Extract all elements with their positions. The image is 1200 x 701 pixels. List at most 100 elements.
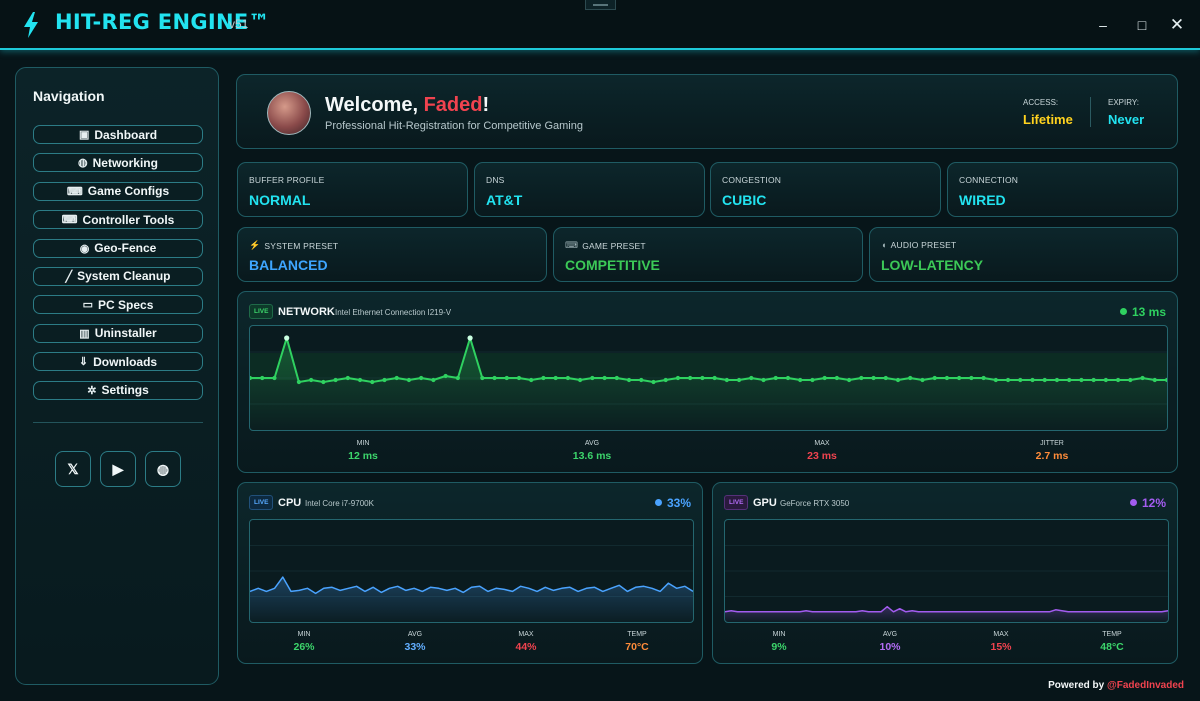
cpu-panel: LIVE CPU Intel Core i7-9700K 33% MIN 26% … xyxy=(237,482,703,664)
data-point xyxy=(712,375,717,381)
graph-title: CPU xyxy=(278,497,302,509)
close-button[interactable]: ✕ xyxy=(1166,14,1188,36)
graph-title: GPU xyxy=(753,497,777,509)
gstat-label: MAX xyxy=(814,440,830,447)
series-line xyxy=(725,605,1168,613)
gstat-value: 70°C xyxy=(625,641,649,653)
data-point xyxy=(761,377,766,383)
gstat-value: 33% xyxy=(404,641,426,653)
live-badge: LIVE xyxy=(249,495,274,510)
data-point xyxy=(871,375,876,381)
graph-reading: 13 ms xyxy=(1119,305,1166,319)
x-icon: 𝕏 xyxy=(67,460,79,477)
footer-handle-link[interactable]: @FadedInvaded xyxy=(1107,680,1184,691)
network-panel: LIVE NETWORK Intel Ethernet Connection I… xyxy=(237,291,1178,473)
data-point xyxy=(492,375,497,381)
welcome-panel: Welcome, Faded! Professional Hit-Registr… xyxy=(236,74,1178,149)
welcome-heading: Welcome, Faded! xyxy=(325,94,489,117)
graph-stat-max: MAX 23 ms xyxy=(762,440,882,462)
data-point xyxy=(260,375,265,381)
welcome-subtitle: Professional Hit-Registration for Compet… xyxy=(325,120,583,132)
access-label: ACCESS: xyxy=(1023,98,1059,107)
cpu-line-chart xyxy=(250,545,693,622)
trash-icon: ▥ xyxy=(79,327,90,340)
nav-item-game-configs[interactable]: ⌨ Game Configs xyxy=(33,181,203,201)
preset-value: COMPETITIVE xyxy=(565,257,660,273)
nav-label: Uninstaller xyxy=(94,326,157,341)
gpu-graph xyxy=(724,519,1169,623)
stat-label: ◖ AUDIO PRESET xyxy=(881,240,956,250)
preset-card-game: ⌨ GAME PRESET COMPETITIVE xyxy=(553,227,863,282)
stat-label: DNS xyxy=(486,175,505,185)
data-point xyxy=(357,377,363,383)
website-social-button[interactable]: ◍ xyxy=(145,451,181,487)
graph-stat-jitter: JITTER 2.7 ms xyxy=(992,440,1112,462)
graph-subtitle: GeForce RTX 3050 xyxy=(780,499,850,508)
gstat-label: MAX xyxy=(993,631,1009,638)
gstat-label: MIN xyxy=(356,440,370,447)
data-point xyxy=(541,375,546,381)
stat-value: AT&T xyxy=(486,192,523,208)
youtube-icon: ▶ xyxy=(112,460,124,477)
gstat-value: 44% xyxy=(515,641,537,653)
graph-subtitle: Intel Core i7-9700K xyxy=(305,499,374,508)
nav-item-uninstaller[interactable]: ▥ Uninstaller xyxy=(33,323,203,343)
download-icon: ⇓ xyxy=(78,356,89,369)
speaker-icon: ◖ xyxy=(881,240,887,250)
nav-item-downloads[interactable]: ⇓ Downloads xyxy=(33,352,203,372)
nav-list: ▣ Dashboard ◍ Networking ⌨ Game Configs ⌨ Co… xyxy=(33,125,203,409)
data-point xyxy=(419,375,424,381)
graph-band xyxy=(250,353,1167,381)
preset-card-audio: ◖ AUDIO PRESET LOW-LATENCY xyxy=(869,227,1178,282)
gstat-label: TEMP xyxy=(627,631,647,638)
data-point xyxy=(981,375,986,381)
drag-handle[interactable] xyxy=(585,0,616,10)
network-line-chart xyxy=(250,335,1167,430)
nav-item-pc-specs[interactable]: ▭ PC Specs xyxy=(33,295,203,315)
data-point xyxy=(908,375,913,381)
preset-label: GAME PRESET xyxy=(582,240,646,251)
graph-stat-avg: AVG 10% xyxy=(830,631,950,653)
nav-item-dashboard[interactable]: ▣ Dashboard xyxy=(33,125,203,144)
data-point xyxy=(724,377,729,383)
data-point xyxy=(480,375,485,381)
minimize-button[interactable]: – xyxy=(1092,14,1114,36)
stat-card-dns: DNS AT&T xyxy=(474,162,705,217)
data-point xyxy=(455,375,460,381)
maximize-button[interactable]: □ xyxy=(1131,14,1153,36)
stat-label: ⌨ GAME PRESET xyxy=(565,240,646,251)
nav-label: Networking xyxy=(92,155,158,170)
data-point xyxy=(309,377,314,383)
data-point xyxy=(663,377,668,383)
nav-item-networking[interactable]: ◍ Networking xyxy=(33,153,203,173)
youtube-social-button[interactable]: ▶ xyxy=(100,451,136,487)
data-point xyxy=(944,375,950,381)
x-social-button[interactable]: 𝕏 xyxy=(55,451,91,487)
controller-icon: ⌨ xyxy=(61,214,78,227)
nav-label: System Cleanup xyxy=(77,269,171,284)
nav-item-geo-fence[interactable]: ◉ Geo-Fence xyxy=(33,238,203,258)
nav-item-system-cleanup[interactable]: ╱ System Cleanup xyxy=(33,266,203,286)
monitor-icon: ▭ xyxy=(82,299,94,312)
bolt-icon: ⚡ xyxy=(249,240,261,250)
nav-item-settings[interactable]: ✲ Settings xyxy=(33,380,203,400)
data-point xyxy=(969,375,974,381)
data-point xyxy=(284,335,290,341)
gear-icon: ✲ xyxy=(87,384,97,397)
gstat-value: 26% xyxy=(293,641,315,653)
live-badge: LIVE xyxy=(724,495,749,510)
series-area xyxy=(725,606,1168,622)
preset-value: LOW-LATENCY xyxy=(881,257,984,273)
gamepad-icon: ⌨ xyxy=(66,185,83,198)
data-point xyxy=(785,375,791,381)
data-point xyxy=(382,377,387,383)
graph-stat-avg: AVG 13.6 ms xyxy=(532,440,652,462)
data-point xyxy=(749,375,754,381)
data-point xyxy=(688,375,693,381)
data-point xyxy=(639,377,644,383)
data-point xyxy=(822,375,827,381)
nav-item-controller-tools[interactable]: ⌨ Controller Tools xyxy=(33,210,203,230)
data-point xyxy=(370,379,375,385)
stat-label: CONNECTION xyxy=(959,175,1019,185)
data-point xyxy=(773,375,778,381)
